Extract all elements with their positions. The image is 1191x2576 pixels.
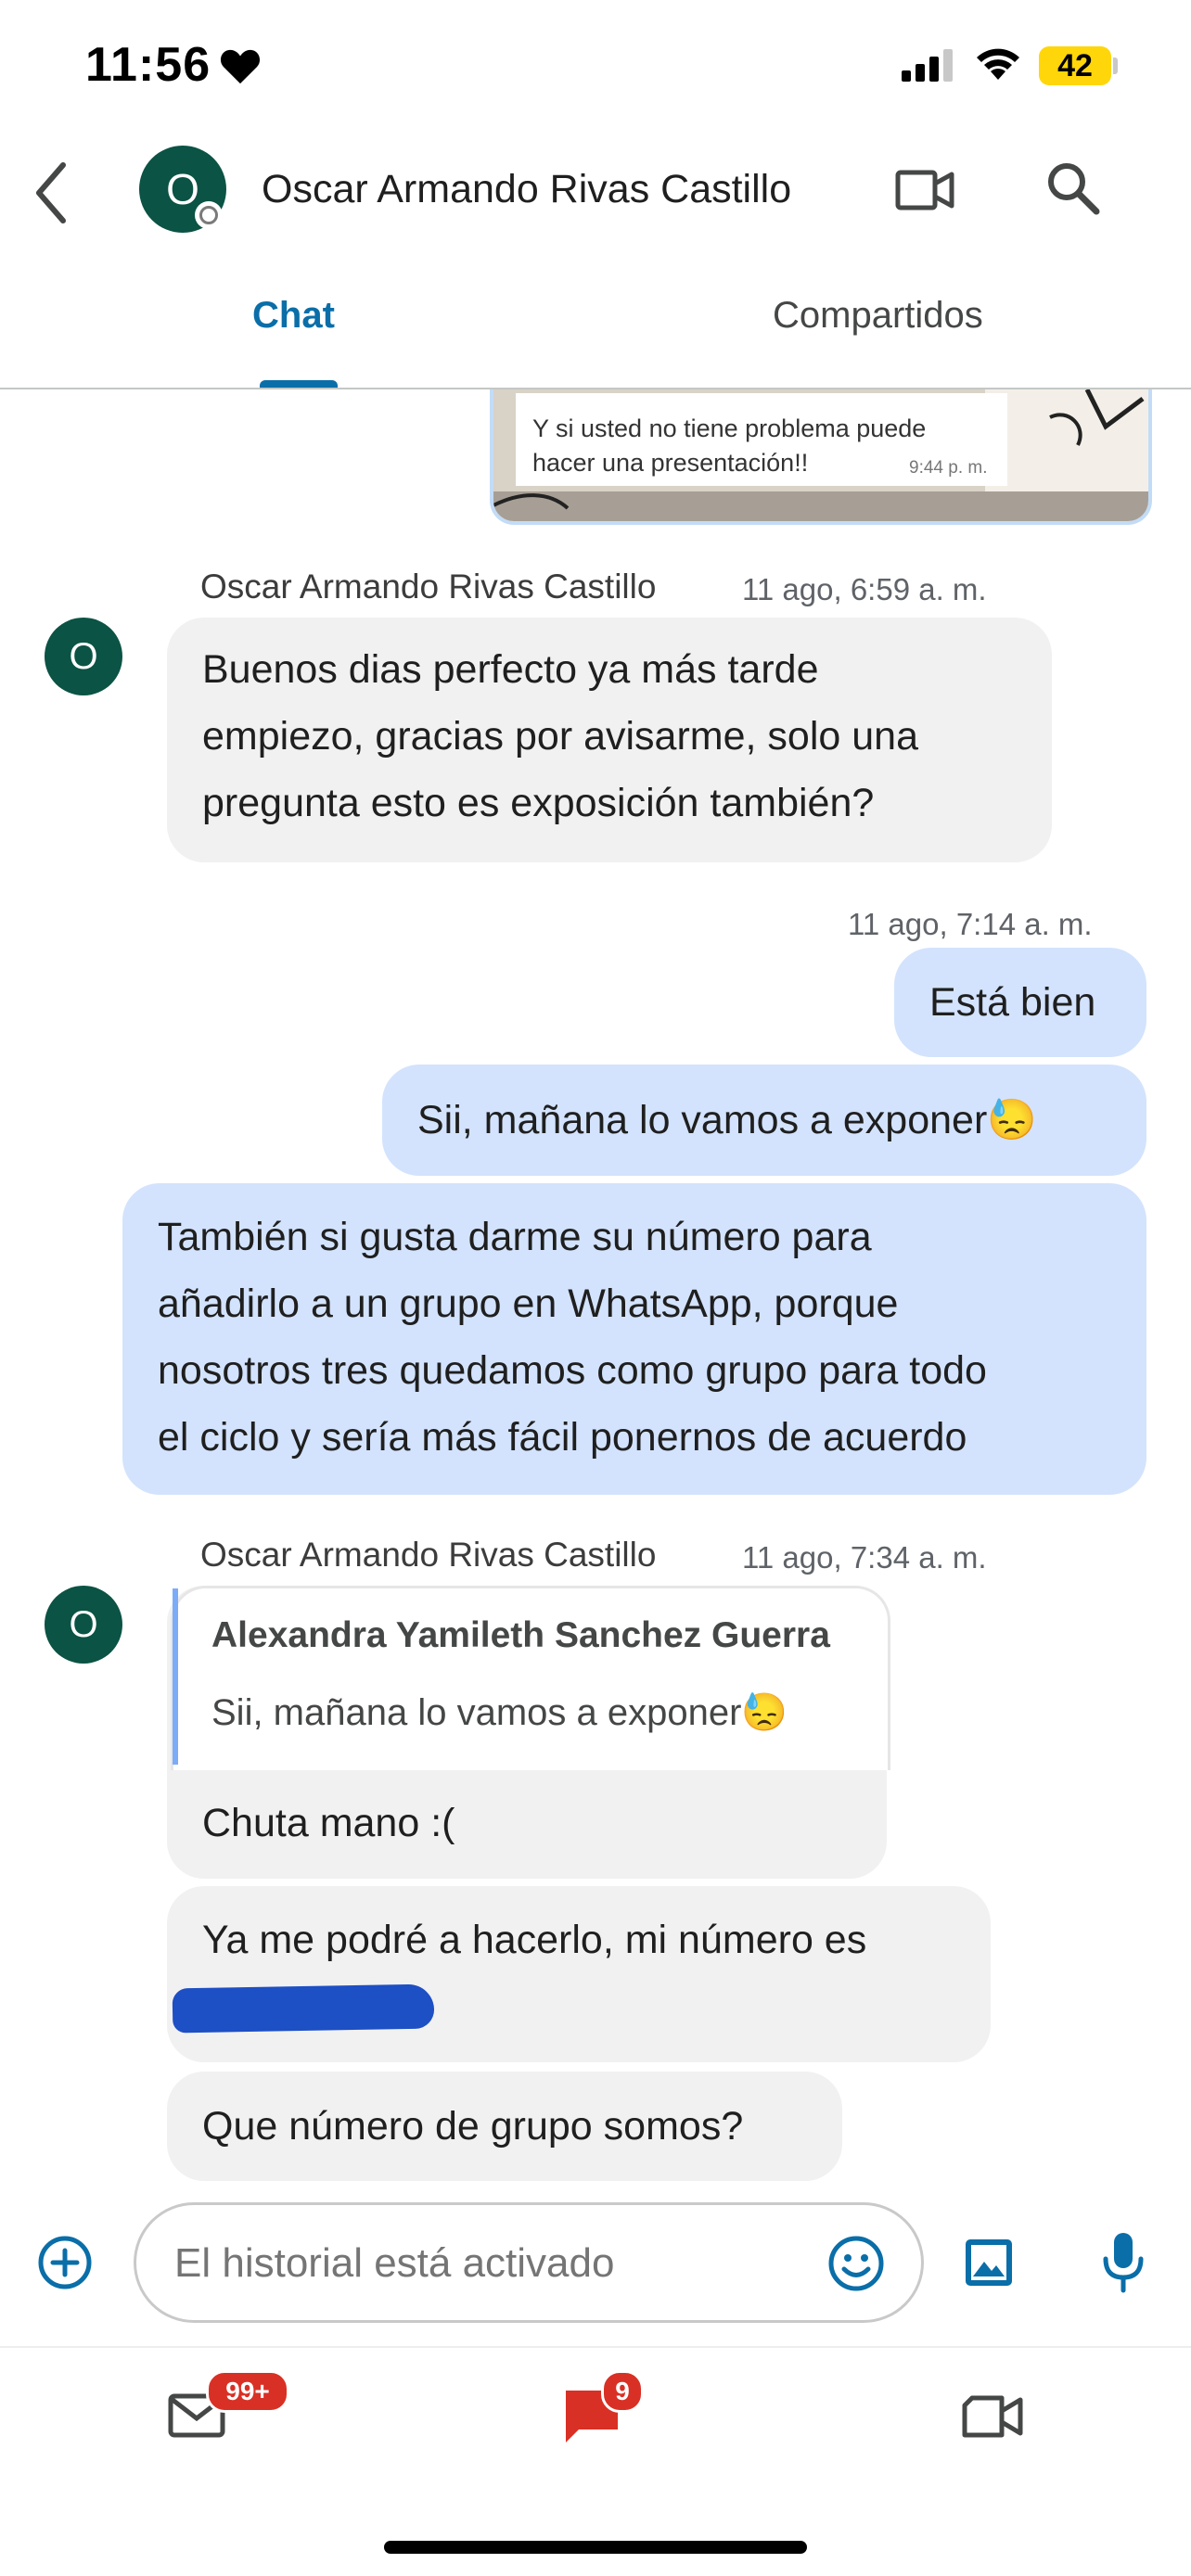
quoted-author: Alexandra Yamileth Sanchez Guerra <box>211 1615 830 1655</box>
video-call-icon[interactable] <box>892 158 957 223</box>
status-time: 11:56 <box>85 38 211 92</box>
signal-icon <box>902 49 953 82</box>
message-bubble-incoming[interactable]: Buenos dias perfecto ya más tarde empiez… <box>167 618 1052 862</box>
redaction-mark <box>172 1983 435 2034</box>
bottom-nav-divider <box>0 2346 1191 2348</box>
battery-level: 42 <box>1039 46 1111 85</box>
message-text: Ya me podré a hacerlo, mi número es <box>202 1918 867 1962</box>
message-time: 11 ago, 7:14 a. m. <box>848 907 1093 941</box>
home-indicator[interactable] <box>384 2541 807 2554</box>
image-caption-time: 9:44 p. m. <box>909 458 988 478</box>
sender-name: Oscar Armando Rivas Castillo <box>200 1536 657 1574</box>
sender-avatar[interactable]: O <box>45 1586 122 1664</box>
add-icon[interactable] <box>37 2235 93 2290</box>
message-time: 11 ago, 7:34 a. m. <box>742 1540 987 1575</box>
back-arrow-icon[interactable] <box>26 156 82 230</box>
message-input[interactable] <box>173 2239 788 2288</box>
image-caption: Y si usted no tiene problema puede hacer… <box>532 414 927 477</box>
message-text: Chuta mano :( <box>202 1801 455 1845</box>
message-bubble-incoming[interactable] <box>167 1886 991 2062</box>
message-bubble-incoming[interactable]: Que número de grupo somos? <box>167 2072 842 2181</box>
active-tab-indicator <box>260 380 338 388</box>
quote-accent-bar <box>173 1588 178 1765</box>
presence-indicator <box>195 201 223 229</box>
chat-badge: 9 <box>601 2370 644 2413</box>
message-time: 11 ago, 6:59 a. m. <box>742 572 987 606</box>
wifi-icon <box>977 48 1019 80</box>
tab-chat[interactable]: Chat <box>252 295 335 337</box>
mail-badge: 99+ <box>206 2370 289 2413</box>
emoji-icon[interactable] <box>827 2235 885 2292</box>
search-icon[interactable] <box>1041 156 1106 221</box>
contact-name[interactable]: Oscar Armando Rivas Castillo <box>262 167 791 212</box>
image-icon[interactable] <box>961 2235 1017 2290</box>
sender-avatar[interactable]: O <box>45 618 122 695</box>
quoted-message[interactable] <box>171 1586 890 1770</box>
message-bubble-outgoing[interactable]: También si gusta darme su número para añ… <box>122 1183 1146 1495</box>
mic-icon[interactable] <box>1098 2229 1148 2294</box>
heart-icon <box>220 49 261 84</box>
message-bubble-outgoing[interactable]: Sii, mañana lo vamos a exponer😓 <box>382 1065 1146 1176</box>
battery-tip <box>1113 57 1118 74</box>
quoted-text: Sii, mañana lo vamos a exponer😓 <box>211 1692 788 1733</box>
tab-compartidos[interactable]: Compartidos <box>773 295 983 337</box>
meet-icon[interactable] <box>961 2391 1026 2442</box>
message-bubble-outgoing[interactable]: Está bien <box>894 948 1146 1057</box>
sender-name: Oscar Armando Rivas Castillo <box>200 567 657 606</box>
